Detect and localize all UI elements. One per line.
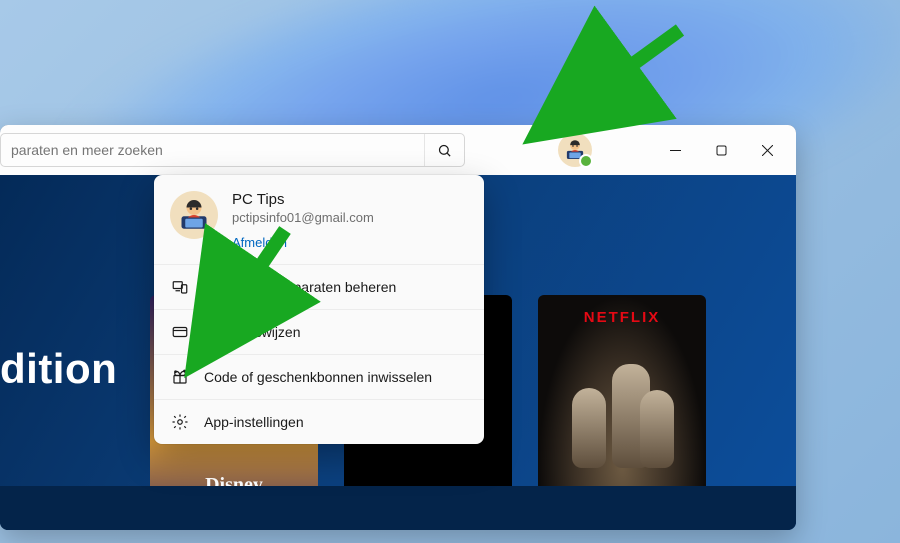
close-icon	[762, 145, 773, 156]
profile-name: PC Tips	[232, 191, 374, 208]
netflix-art	[546, 358, 698, 468]
netflix-logo-text: NETFLIX	[584, 309, 661, 326]
search-button[interactable]	[424, 134, 464, 166]
search-icon	[437, 143, 452, 158]
maximize-button[interactable]	[698, 133, 744, 167]
search-box	[0, 133, 465, 167]
menu-label: App-instellingen	[204, 414, 304, 430]
minimize-icon	[670, 145, 681, 156]
close-button[interactable]	[744, 133, 790, 167]
hero-title: dition	[0, 345, 117, 393]
annotation-arrow-avatar	[530, 20, 700, 145]
maximize-icon	[716, 145, 727, 156]
content-floor	[0, 486, 796, 530]
search-input[interactable]	[1, 134, 424, 166]
menu-app-settings[interactable]: App-instellingen	[154, 399, 484, 444]
annotation-arrow-redeem	[185, 220, 305, 375]
gear-icon	[170, 412, 190, 432]
